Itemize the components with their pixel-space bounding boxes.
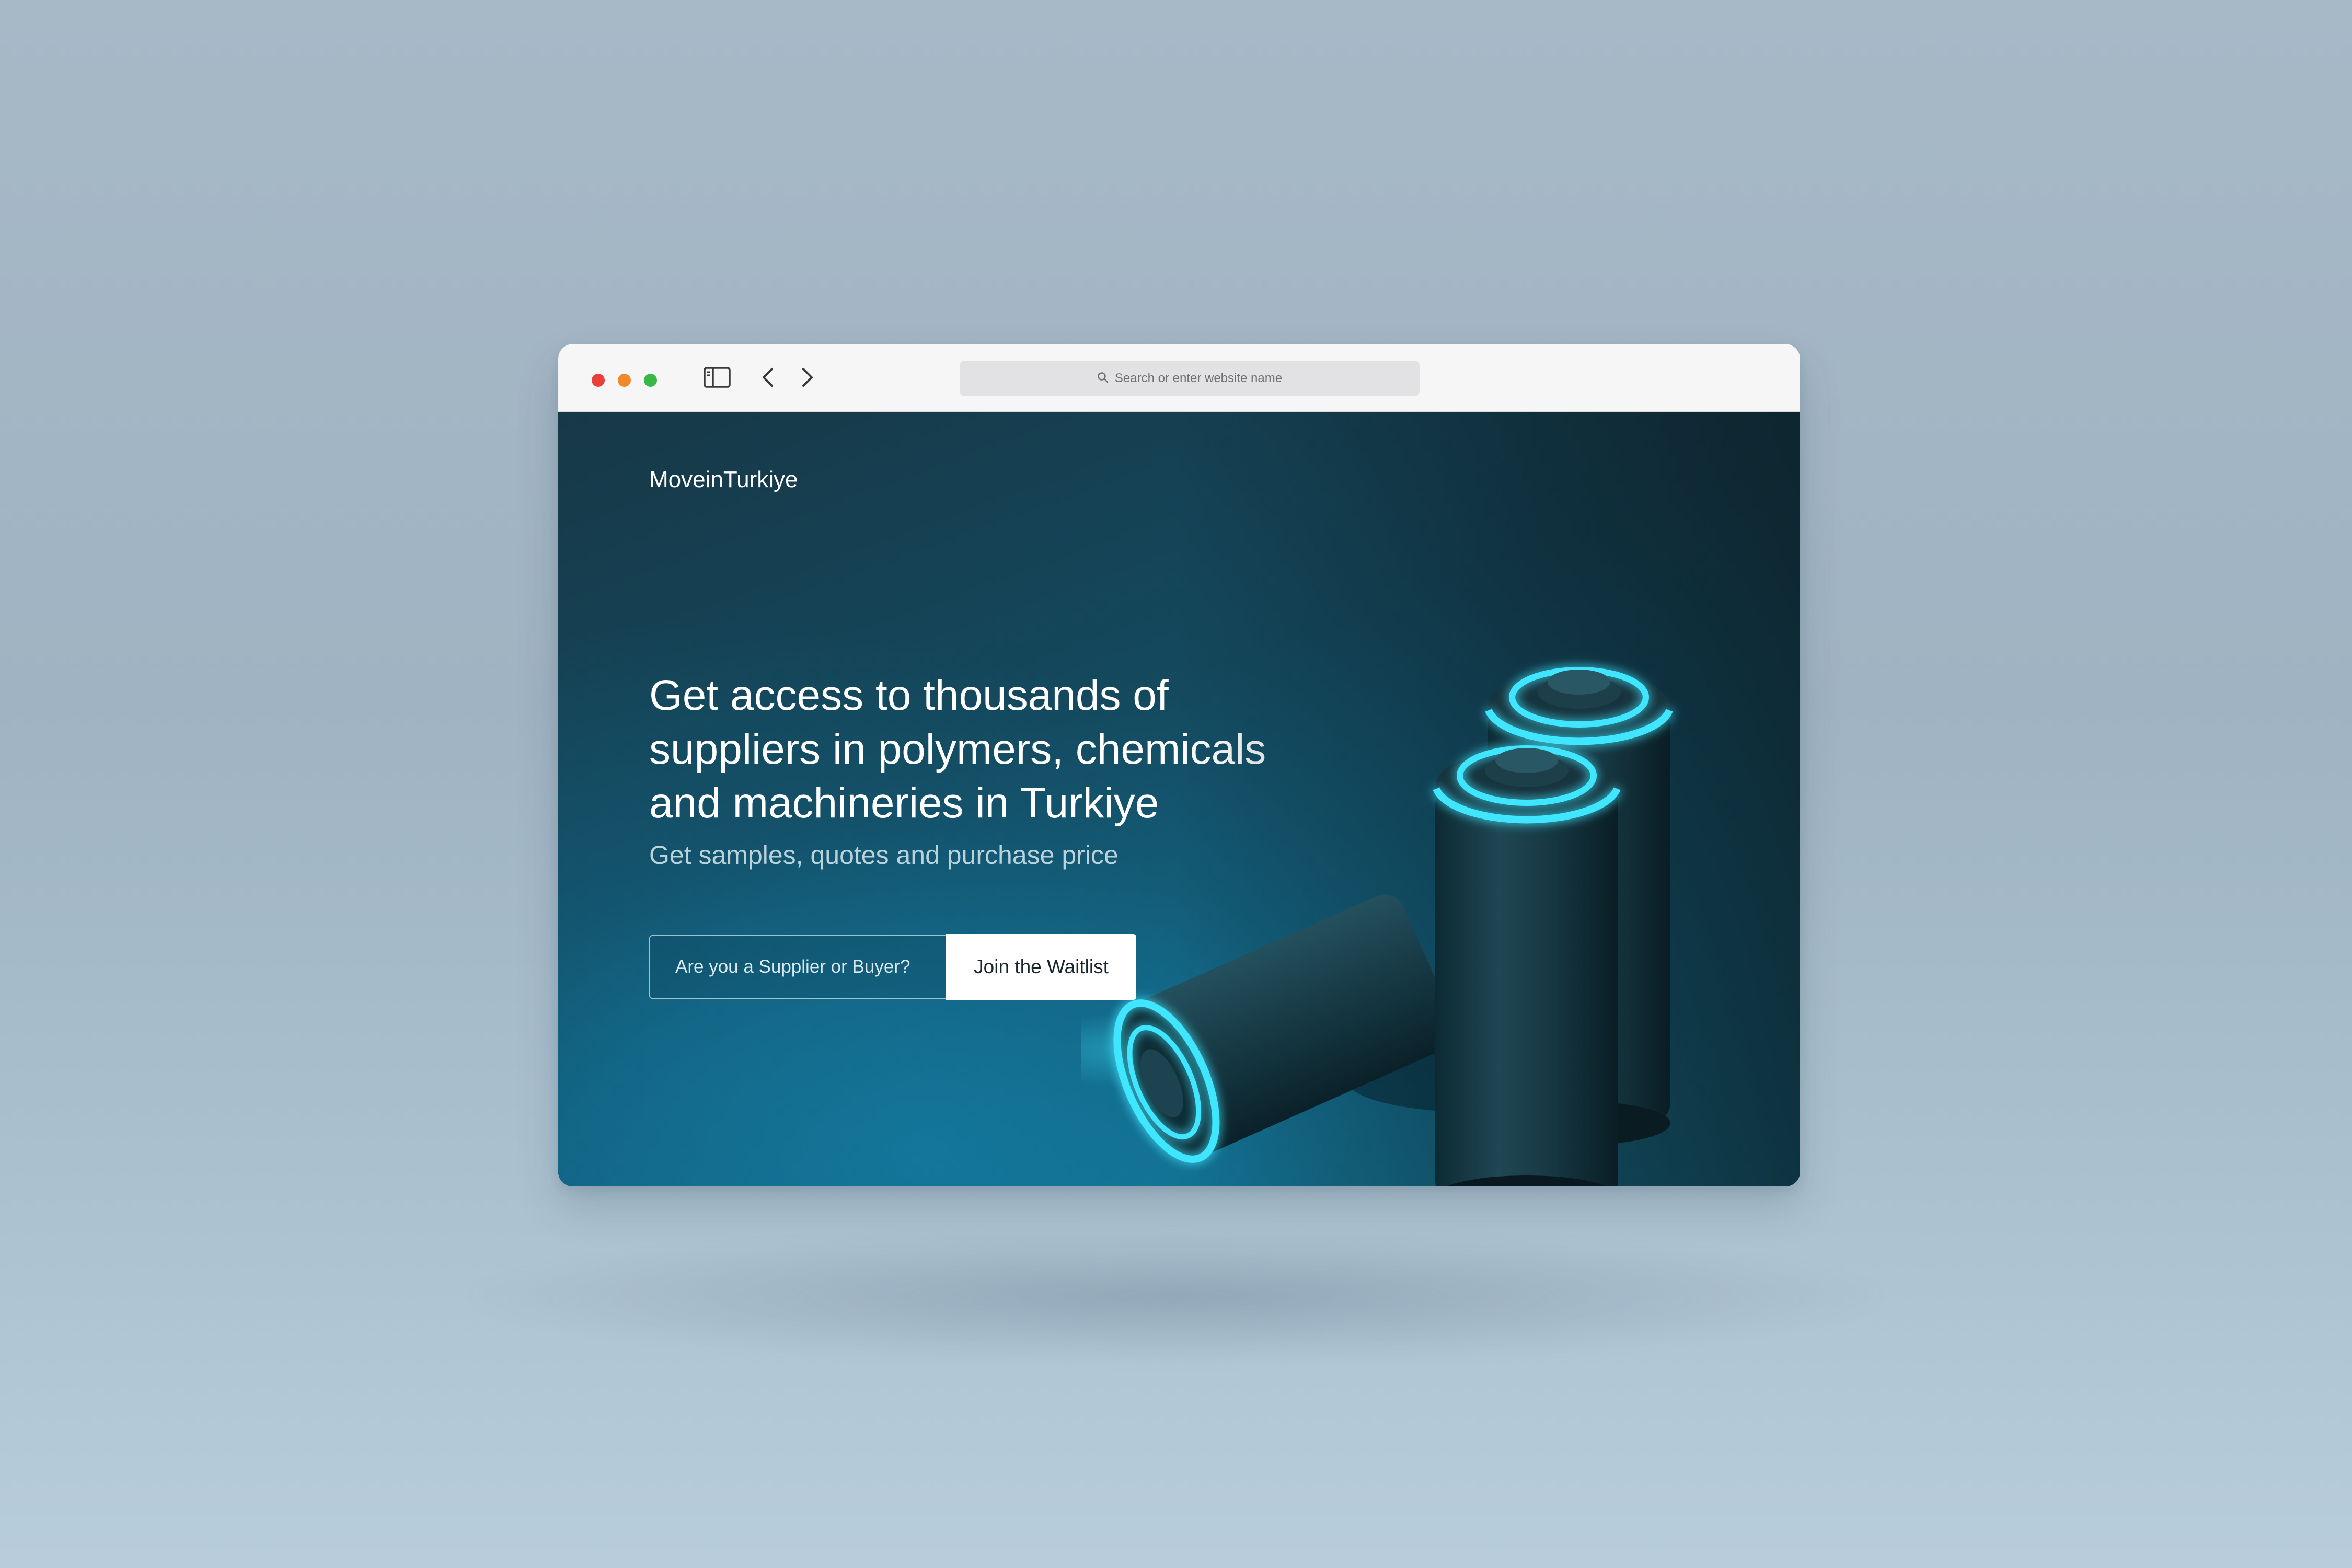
zoom-window-button[interactable] — [644, 374, 657, 387]
join-waitlist-button[interactable]: Join the Waitlist — [946, 934, 1136, 1000]
browser-toolbar: Search or enter website name — [558, 344, 1800, 412]
battery-front — [1433, 745, 1621, 1186]
sidebar-icon[interactable] — [703, 365, 731, 393]
close-window-button[interactable] — [592, 374, 605, 387]
address-bar-placeholder: Search or enter website name — [1114, 371, 1283, 385]
minimize-window-button[interactable] — [618, 374, 631, 387]
site-logo[interactable]: MoveinTurkiye — [649, 467, 798, 493]
browser-window: Search or enter website name MoveinTurki… — [558, 344, 1800, 1186]
battery-lying — [1113, 894, 1457, 1163]
supplier-or-buyer-field-text: Are you a Supplier or Buyer? — [675, 956, 910, 977]
chevron-left-icon[interactable] — [758, 365, 779, 393]
landing-page: MoveinTurkiye Get access to thousands of… — [558, 412, 1800, 1186]
chevron-right-icon[interactable] — [797, 365, 817, 393]
glowing-batteries-image — [1081, 667, 1673, 1186]
floor-shadow — [470, 1228, 1882, 1364]
search-icon — [1097, 372, 1109, 386]
supplier-or-buyer-field[interactable]: Are you a Supplier or Buyer? — [649, 935, 946, 999]
waitlist-form: Are you a Supplier or Buyer? Join the Wa… — [649, 934, 1136, 1001]
address-bar[interactable]: Search or enter website name — [960, 361, 1420, 396]
hero-subheadline: Get samples, quotes and purchase price — [649, 840, 1119, 870]
